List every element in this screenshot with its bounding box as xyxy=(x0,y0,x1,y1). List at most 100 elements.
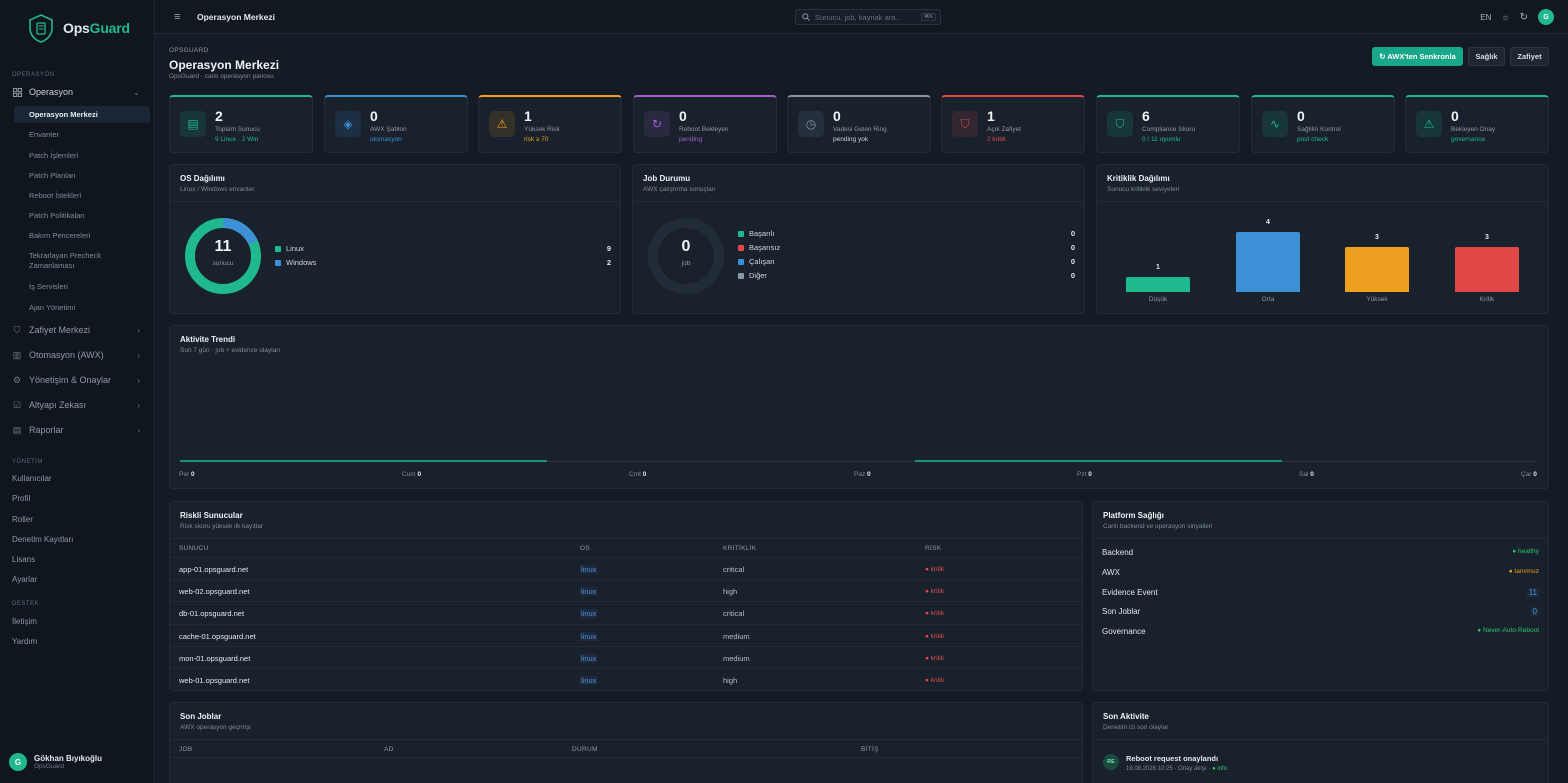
nav-group-operasyon[interactable]: Operasyon ⌄ xyxy=(12,84,148,100)
stat-card[interactable]: ↻ 0 Reboot Bekleyen pending xyxy=(633,95,777,153)
section-label-destek: DESTEK xyxy=(12,601,40,607)
stat-value: 0 xyxy=(1297,108,1305,124)
sidebar-item-yardim[interactable]: Yardım xyxy=(12,637,37,646)
nav-group-raporlar[interactable]: ▤ Raporlar › xyxy=(12,422,148,438)
cell-crit: medium xyxy=(723,631,750,641)
cell-os: linux xyxy=(580,587,598,597)
table-row[interactable]: db-01.opsguard.net linux critical ● kritik xyxy=(170,601,1082,623)
user-profile[interactable]: G Gökhan Bıyıkoğlu OpsGuard xyxy=(9,753,102,771)
shield-icon: ⛉ xyxy=(13,324,21,335)
shortcut-badge: ⌘K xyxy=(920,13,936,21)
sidebar-item-envanter[interactable]: Envanter xyxy=(29,130,59,140)
panel-title: OS Dağılımı xyxy=(180,174,225,183)
stat-card[interactable]: ⛉ 6 Compliance Skoru 0 / 11 uyumlu xyxy=(1096,95,1240,153)
donut-center-value: 0 xyxy=(681,238,691,255)
sidebar-item-patch-planlari[interactable]: Patch Planları xyxy=(29,171,76,181)
refresh-icon[interactable]: ↻ xyxy=(1520,12,1528,23)
stat-label: Vadesi Gelen Ring xyxy=(833,126,887,133)
hamburger-menu-icon[interactable]: ≡ xyxy=(174,11,180,23)
nav-group-zafiyet-merkezi[interactable]: ⛉ Zafiyet Merkezi › xyxy=(12,322,148,338)
legend-item-basarili: Başarılı xyxy=(738,229,774,238)
sidebar-item-patch-politikalari[interactable]: Patch Politikaları xyxy=(29,211,85,221)
health-button[interactable]: Sağlık xyxy=(1468,47,1505,66)
stat-card[interactable]: ◷ 0 Vadesi Gelen Ring pending yok xyxy=(787,95,931,153)
sidebar-item-profil[interactable]: Profil xyxy=(12,494,30,503)
bar-value-label: 3 xyxy=(1485,234,1489,241)
table-row[interactable]: mon-01.opsguard.net linux medium ● kritik xyxy=(170,645,1082,668)
table-header-durum: DURUM xyxy=(572,746,598,753)
sidebar-item-ayarlar[interactable]: Ayarlar xyxy=(12,575,37,584)
stat-label: Toplam Sunucu xyxy=(215,126,260,133)
bar-orta[interactable] xyxy=(1236,232,1300,292)
app-logo[interactable]: OpsGuard xyxy=(26,13,130,43)
stat-value: 6 xyxy=(1142,108,1150,124)
table-row[interactable]: web-01.opsguard.net linux high ● kritik xyxy=(170,668,1082,690)
sidebar-item-patch-islemleri[interactable]: Patch İşlemleri xyxy=(29,151,78,161)
vulnerability-button[interactable]: Zafiyet xyxy=(1510,47,1549,66)
section-label-operasyon: OPERASYON xyxy=(12,72,55,78)
legend-value: 0 xyxy=(1070,243,1075,252)
stat-sub: 0 / 11 uyumlu xyxy=(1142,136,1181,143)
cell-risk: ● kritik xyxy=(925,588,945,596)
chevron-right-icon: › xyxy=(137,325,140,335)
bar-yüksek[interactable] xyxy=(1345,247,1409,292)
nav-group-otomasyon[interactable]: ▥ Otomasyon (AWX) › xyxy=(12,347,148,363)
chevron-right-icon: › xyxy=(137,375,140,385)
sidebar-item-ajan-yonetimi[interactable]: Ajan Yönetimi xyxy=(29,303,75,313)
bar-value-label: 4 xyxy=(1266,219,1270,226)
sidebar-item-roller[interactable]: Roller xyxy=(12,515,33,524)
nav-group-label: Operasyon xyxy=(29,87,74,97)
sidebar-item-tekrarlayan-precheck[interactable]: Tekrarlayan Precheck Zamanlaması xyxy=(29,251,119,271)
stat-card[interactable]: ▤ 2 Toplam Sunucu 9 Linux · 2 Win xyxy=(169,95,313,153)
stat-label: AWX Şablon xyxy=(370,126,407,133)
day-value: 0 xyxy=(867,471,871,478)
platform-value: 11 xyxy=(1526,587,1539,597)
cell-os: linux xyxy=(580,676,598,685)
awx-sync-button[interactable]: ↻ AWX'ten Senkronla xyxy=(1372,47,1463,66)
search-input[interactable]: Sunucu, job, kaynak ara... ⌘K xyxy=(795,9,941,25)
gear-icon: ⚙ xyxy=(12,374,22,385)
donut-center-label: job xyxy=(681,260,691,267)
bar-value-label: 1 xyxy=(1156,264,1160,271)
divider xyxy=(633,201,1084,202)
bar-kritik[interactable] xyxy=(1455,247,1519,292)
topbar: ≡ Operasyon Merkezi Sunucu, job, kaynak … xyxy=(155,0,1568,34)
stat-sub: post check xyxy=(1297,136,1329,143)
bar-düşük[interactable] xyxy=(1126,277,1190,292)
alert-icon: ⚠ xyxy=(1416,111,1442,137)
sidebar-item-reboot-istekleri[interactable]: Reboot İstekleri xyxy=(29,191,81,201)
divider xyxy=(1097,201,1548,202)
sidebar-item-is-servisleri[interactable]: İş Servisleri xyxy=(29,282,68,292)
sidebar-item-operasyon-merkezi[interactable]: Operasyon Merkezi xyxy=(14,106,150,123)
nav-group-altyapi-zekasi[interactable]: ☑ Altyapı Zekası › xyxy=(12,397,148,413)
trend-day-label: Çar 0 xyxy=(1521,471,1537,478)
cell-crit: medium xyxy=(723,653,750,663)
sidebar-item-bakim-pencereleri[interactable]: Bakım Pencereleri xyxy=(29,231,90,241)
activity-title[interactable]: Reboot request onaylandı xyxy=(1126,754,1218,763)
stat-card[interactable]: ∿ 0 Sağlıklı Kontrol post check xyxy=(1251,95,1395,153)
divider xyxy=(170,739,1082,740)
stat-card[interactable]: ⚠ 0 Bekleyen Onay governance xyxy=(1405,95,1549,153)
stat-card[interactable]: ⚠ 1 Yüksek Risk risk ≥ 70 xyxy=(478,95,622,153)
avatar[interactable]: G xyxy=(1538,9,1554,25)
chevron-right-icon: › xyxy=(137,400,140,410)
recent-activity-panel: Son Aktivite Denetim izi son olaylar RE … xyxy=(1092,702,1549,783)
table-row[interactable]: cache-01.opsguard.net linux medium ● kritik xyxy=(170,623,1082,646)
day-name: Pzt xyxy=(1077,471,1087,478)
sidebar-item-kullanicilar[interactable]: Kullanıcılar xyxy=(12,474,52,483)
sidebar-item-denetim-kayitlari[interactable]: Denetim Kayıtları xyxy=(12,535,73,544)
stat-sub: pending yok xyxy=(833,136,869,143)
sidebar-item-iletisim[interactable]: İletişim xyxy=(12,617,37,626)
stat-card[interactable]: ⛉ 1 Açık Zafiyet 2 kritik xyxy=(941,95,1085,153)
cell-crit: critical xyxy=(723,609,745,619)
table-row[interactable]: web-02.opsguard.net linux high ● kritik xyxy=(170,579,1082,601)
language-toggle[interactable]: EN xyxy=(1480,13,1491,22)
nav-group-label: Zafiyet Merkezi xyxy=(29,325,91,335)
table-row[interactable]: app-01.opsguard.net linux critical ● kritik xyxy=(170,557,1082,579)
nav-group-yonetisim[interactable]: ⚙ Yönetişim & Onaylar › xyxy=(12,372,148,388)
day-name: Sal xyxy=(1299,471,1309,478)
user-name: Gökhan Bıyıkoğlu xyxy=(34,754,103,763)
theme-sun-icon[interactable]: ☼ xyxy=(1501,12,1509,22)
stat-card[interactable]: ◈ 0 AWX Şablon otomasyon xyxy=(324,95,468,153)
sidebar-item-lisans[interactable]: Lisans xyxy=(12,555,35,564)
